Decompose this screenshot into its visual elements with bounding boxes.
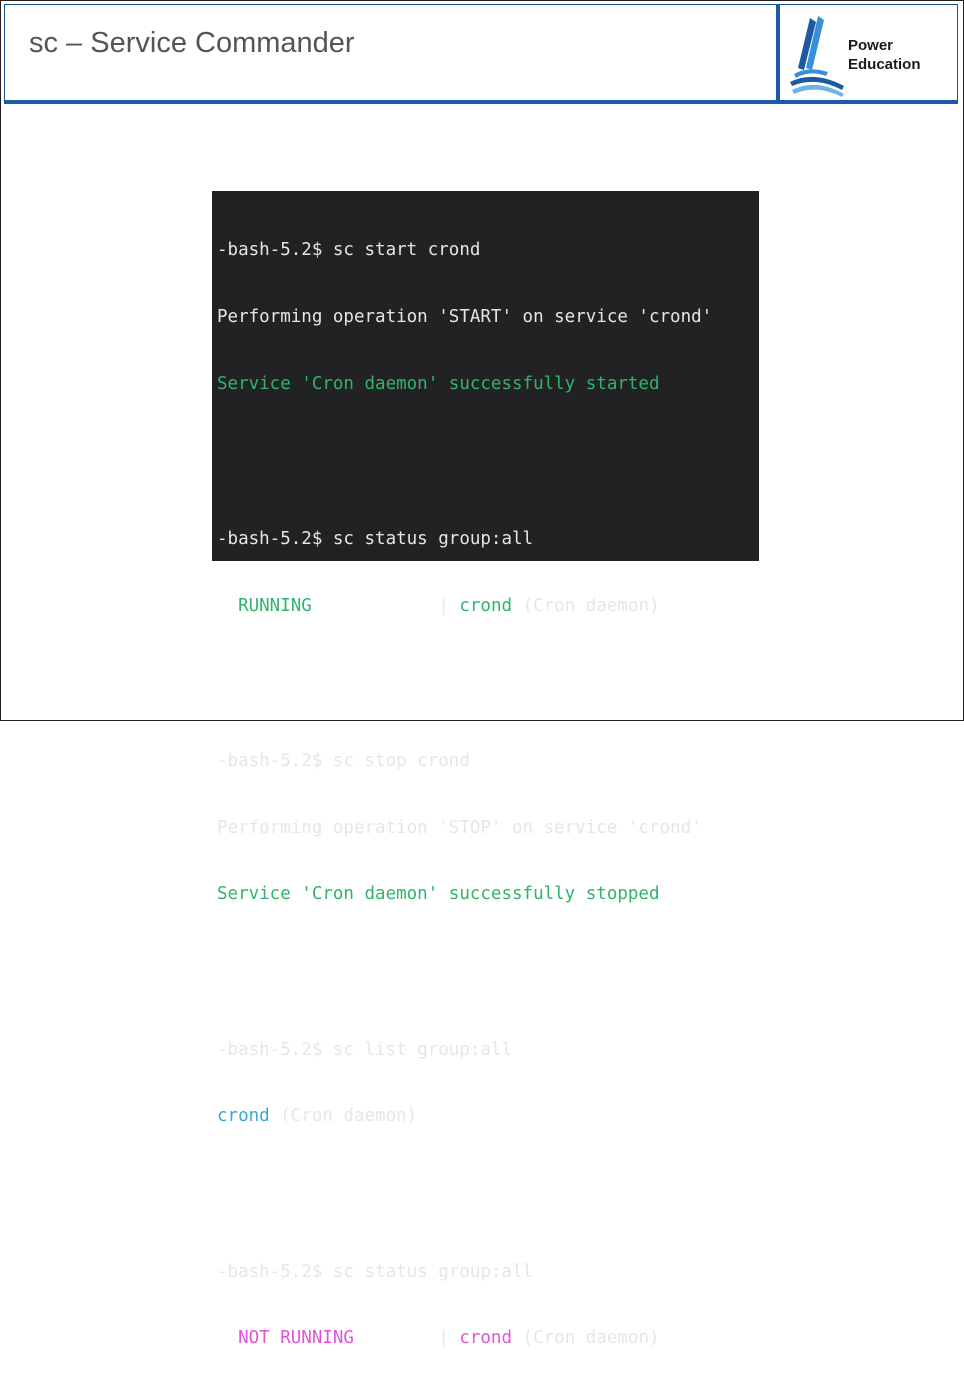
service-name: crond	[459, 1328, 513, 1349]
terminal-prompt-line: -bash-5.2$ sc start crond	[217, 240, 481, 261]
slide: sc – Service Commander Power Education -…	[0, 0, 964, 1348]
service-name: crond	[217, 1106, 270, 1127]
service-description: (Cron daemon)	[512, 1328, 660, 1349]
service-list-row: crond (Cron daemon)	[217, 1105, 759, 1127]
service-description: (Cron daemon)	[269, 1106, 418, 1127]
terminal-prompt-line: -bash-5.2$ sc status group:all	[217, 1261, 534, 1282]
terminal-output-line: Performing operation 'STOP' on service '…	[217, 817, 702, 838]
service-state-running: RUNNING	[217, 595, 312, 616]
book-logo-icon	[790, 16, 844, 97]
terminal-prompt-line: -bash-5.2$ sc stop crond	[217, 750, 470, 771]
terminal-success-line: Service 'Cron daemon' successfully start…	[217, 373, 660, 394]
status-separator: |	[353, 1328, 460, 1349]
status-separator: |	[311, 595, 460, 616]
terminal-screenshot: -bash-5.2$ sc start crond Performing ope…	[212, 191, 759, 1348]
terminal-prompt-line: -bash-5.2$ sc list group:all	[217, 1039, 513, 1060]
service-status-row: NOT RUNNING | crond (Cron daemon)	[217, 1327, 759, 1349]
logo-line-2: Education	[848, 56, 921, 73]
service-state-not-running: NOT RUNNING	[217, 1328, 354, 1349]
terminal-prompt-line: -bash-5.2$ sc status group:all	[217, 528, 534, 549]
logo: Power Education	[776, 4, 958, 103]
terminal-success-line: Service 'Cron daemon' successfully stopp…	[217, 884, 660, 905]
service-name: crond	[459, 595, 513, 616]
service-description: (Cron daemon)	[512, 595, 660, 616]
service-status-row: RUNNING | crond (Cron daemon)	[217, 595, 759, 617]
logo-line-1: Power	[848, 37, 894, 54]
terminal-output-line: Performing operation 'START' on service …	[217, 307, 713, 327]
slide-title: sc – Service Commander	[29, 27, 355, 59]
logo-text: Power Education	[848, 36, 921, 74]
